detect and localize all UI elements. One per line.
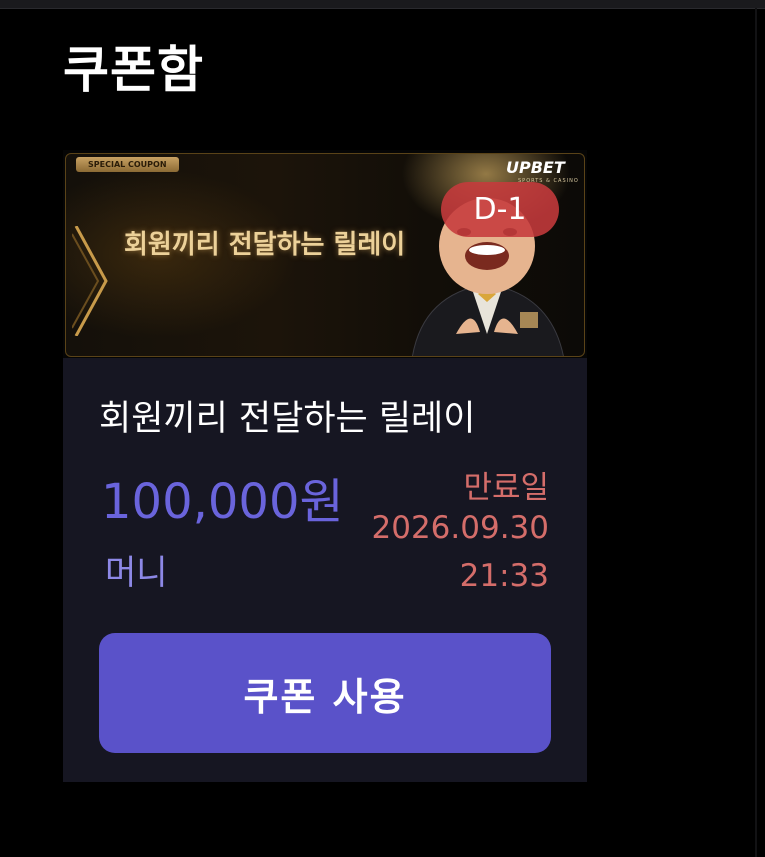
page-title: 쿠폰함: [63, 41, 204, 99]
banner-image: SPECIAL COUPON 회원끼리 전달하는 릴레이 UPBET SPORT…: [65, 153, 585, 357]
coupon-banner: SPECIAL COUPON 회원끼리 전달하는 릴레이 UPBET SPORT…: [63, 150, 587, 358]
scrollbar-track[interactable]: [755, 8, 757, 857]
banner-headline: 회원끼리 전달하는 릴레이: [124, 230, 406, 260]
brand-logo: UPBET: [506, 158, 565, 177]
special-coupon-tag: SPECIAL COUPON: [76, 157, 179, 172]
expiry-label: 만료일: [463, 470, 549, 506]
coupon-name: 회원끼리 전달하는 릴레이: [99, 399, 476, 439]
coupon-type: 머니: [105, 553, 168, 593]
expiry-time: 21:33: [459, 558, 549, 594]
coupon-card: SPECIAL COUPON 회원끼리 전달하는 릴레이 UPBET SPORT…: [63, 150, 587, 782]
expiry-date: 2026.09.30: [371, 510, 550, 546]
dday-badge: D-1: [441, 182, 559, 237]
top-bar: [0, 0, 765, 9]
chevron-right-icon: [72, 226, 108, 336]
use-coupon-button[interactable]: 쿠폰 사용: [99, 633, 551, 753]
coupon-amount: 100,000원: [101, 474, 344, 530]
